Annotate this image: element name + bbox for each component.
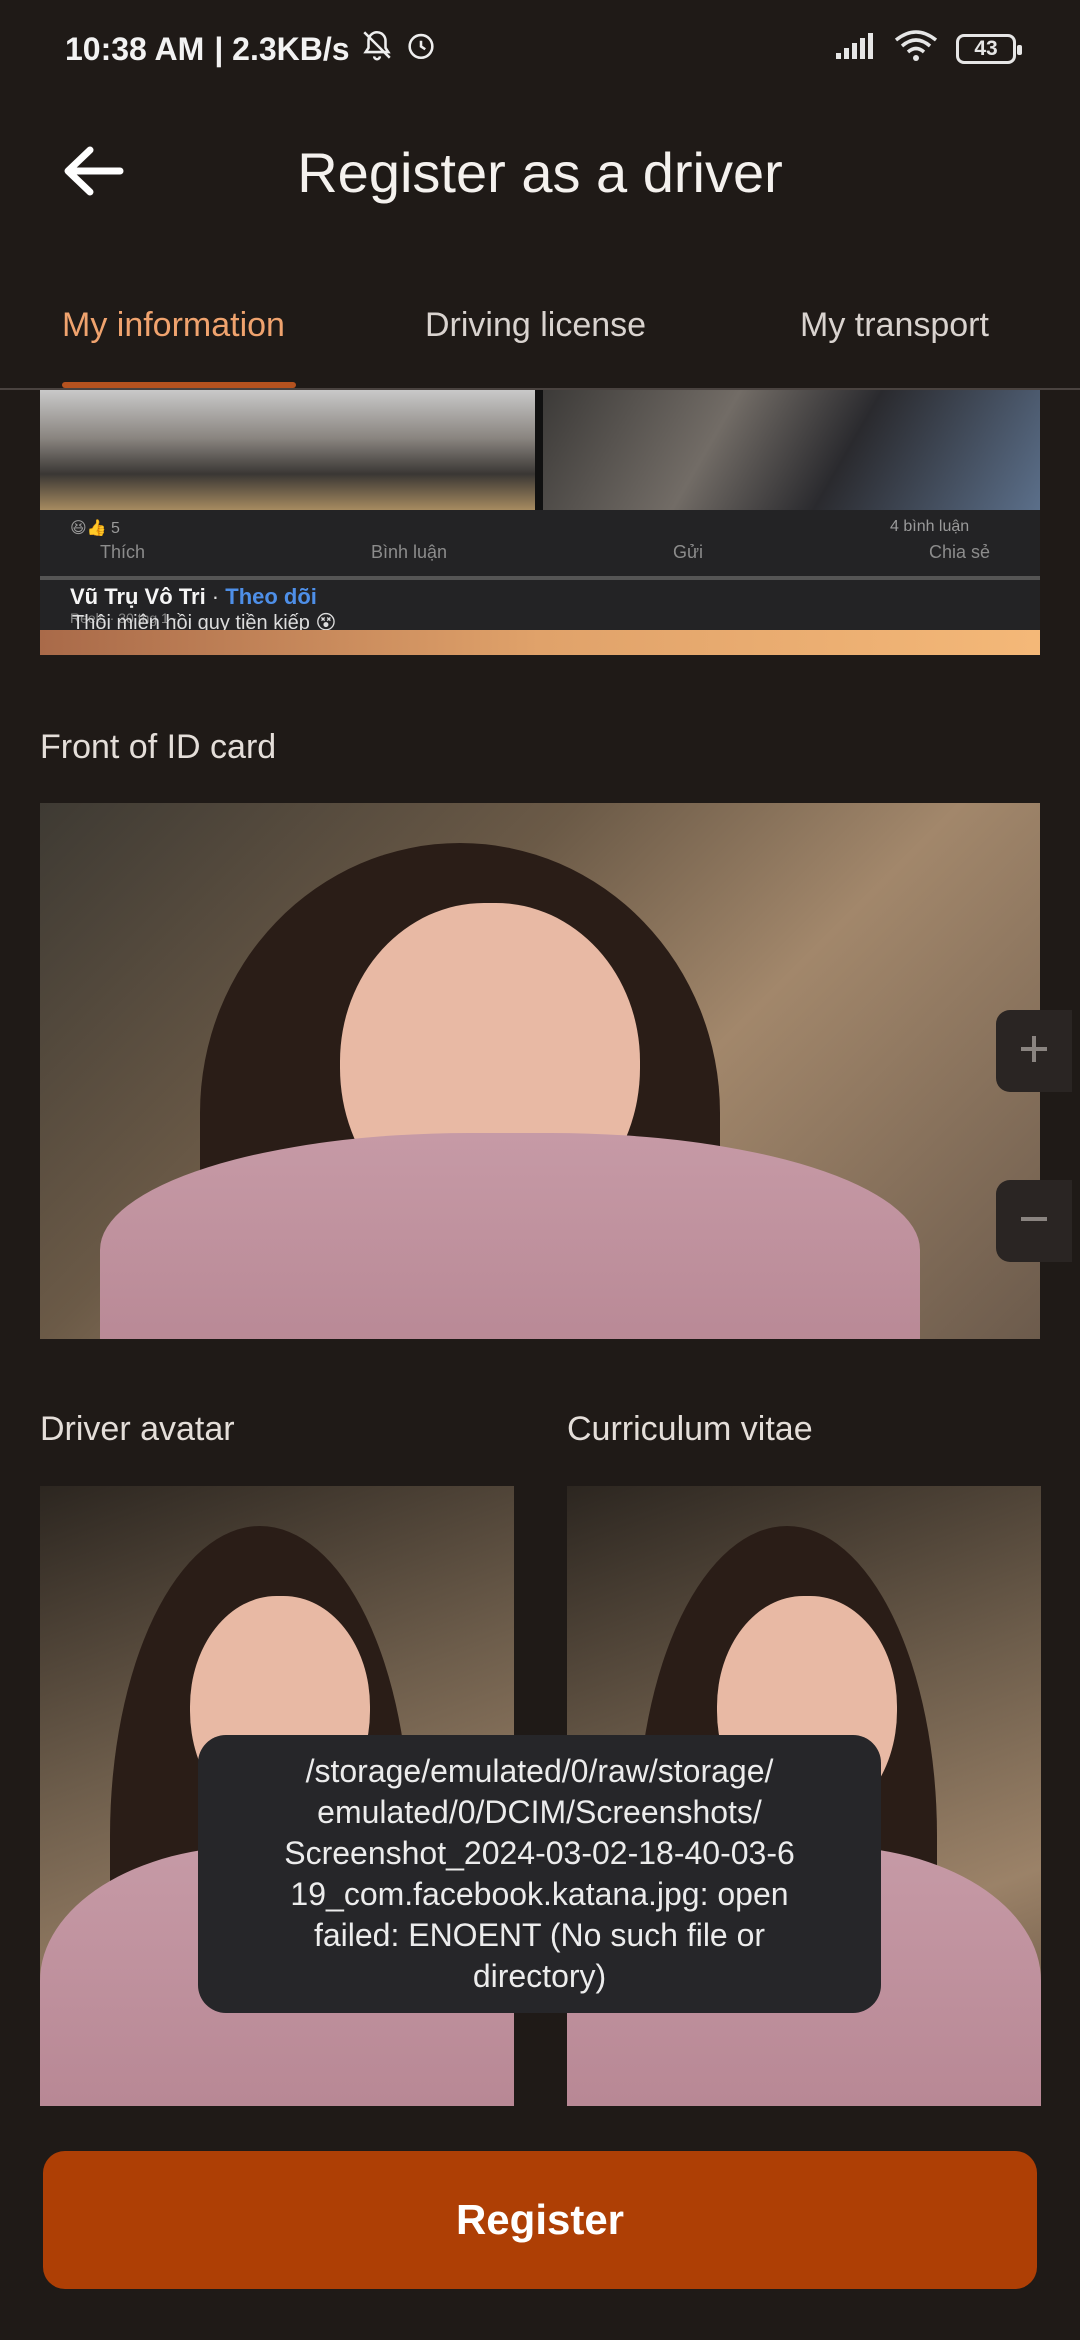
register-button-label: Register bbox=[455, 2196, 625, 2243]
action-comment: Bình luận bbox=[370, 542, 448, 562]
app-bar: Register as a driver bbox=[0, 110, 1080, 230]
zoom-out-button[interactable] bbox=[996, 1180, 1072, 1262]
active-tab-indicator bbox=[62, 382, 296, 388]
page-title: Register as a driver bbox=[297, 141, 783, 204]
comments-count: 4 bình luận bbox=[890, 518, 970, 535]
status-left: 10:38 AM | 2.3KB/s bbox=[65, 28, 438, 70]
toast-message: /storage/emulated/0/raw/storage/ emulate… bbox=[284, 1753, 795, 1994]
status-speed: | 2.3KB/s bbox=[214, 30, 350, 67]
front-id-photo[interactable] bbox=[40, 803, 1040, 1339]
cv-label: Curriculum vitae bbox=[567, 1410, 813, 1448]
register-button[interactable]: Register bbox=[43, 2151, 1037, 2289]
error-toast: /storage/emulated/0/raw/storage/ emulate… bbox=[198, 1735, 881, 2013]
action-share: Chia sẻ bbox=[928, 542, 990, 562]
office-photo-left bbox=[40, 390, 535, 510]
alarm-icon bbox=[404, 28, 438, 70]
wifi-icon bbox=[894, 30, 938, 67]
status-right: 43 bbox=[834, 30, 1022, 67]
reaction-icons: 😆👍 bbox=[70, 520, 112, 537]
battery-icon: 43 bbox=[956, 33, 1022, 64]
status-bar: 10:38 AM | 2.3KB/s 43 bbox=[0, 0, 1080, 100]
reactions-row: 😆👍 5 4 bình luận bbox=[70, 518, 969, 538]
follow-link: Theo dõi bbox=[225, 584, 317, 609]
portrait-dress bbox=[100, 1133, 920, 1339]
front-id-label: Front of ID card bbox=[40, 728, 277, 766]
office-photo-right bbox=[543, 390, 1040, 510]
facebook-post-bar: 😆👍 5 4 bình luận Thích Bình luận Gửi Chi… bbox=[40, 510, 1040, 634]
action-like: Thích bbox=[100, 542, 146, 562]
driver-avatar-label: Driver avatar bbox=[40, 1410, 235, 1448]
zoom-in-button[interactable] bbox=[996, 1010, 1072, 1092]
status-time: 10:38 AM bbox=[65, 30, 205, 67]
plus-icon bbox=[1017, 1032, 1051, 1071]
post-actions: Thích Bình luận Gửi Chia sẻ bbox=[100, 542, 990, 563]
action-send: Gửi bbox=[672, 542, 704, 562]
signal-icon bbox=[834, 31, 876, 66]
tab-my-information[interactable]: My information bbox=[62, 306, 285, 345]
tab-bar: My information Driving license My transp… bbox=[0, 270, 1080, 390]
minus-icon bbox=[1017, 1202, 1051, 1241]
uploaded-image-thumbnail[interactable]: 😆👍 5 4 bình luận Thích Bình luận Gửi Chi… bbox=[40, 390, 1040, 655]
post-author: Vũ Trụ Vô Tri bbox=[70, 584, 206, 609]
reactions-count: 5 bbox=[111, 520, 120, 537]
photo-strip bbox=[40, 630, 1040, 655]
bell-muted-icon bbox=[360, 28, 394, 70]
battery-level: 43 bbox=[974, 36, 998, 60]
tab-my-transport[interactable]: My transport bbox=[800, 306, 989, 345]
tab-driving-license[interactable]: Driving license bbox=[425, 306, 646, 345]
divider bbox=[40, 576, 1040, 580]
